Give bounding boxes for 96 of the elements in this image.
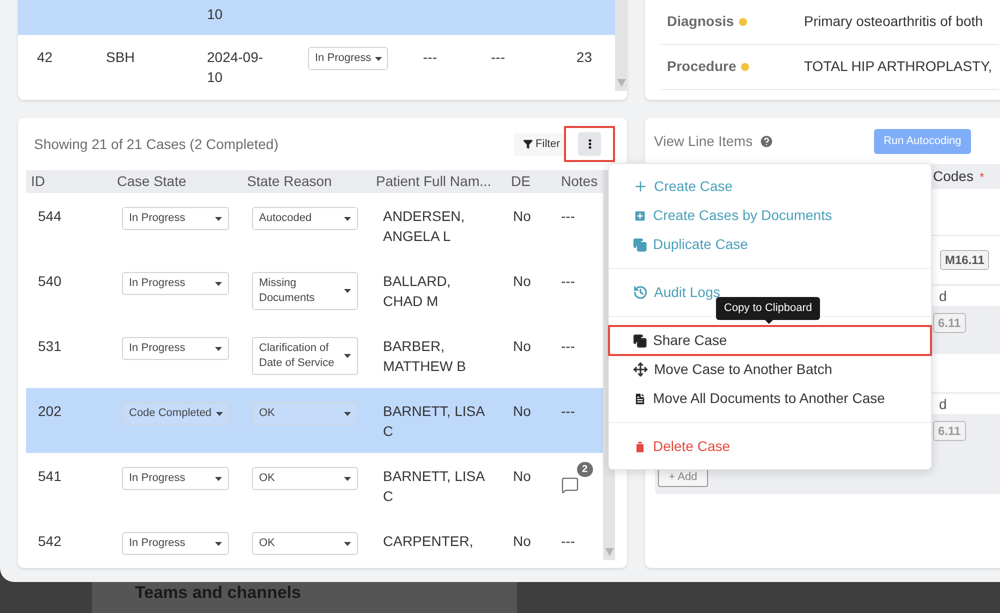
dropdown[interactable]: In Progress (122, 272, 229, 295)
table-cell: 540 (38, 273, 62, 289)
table-cell: No (513, 468, 531, 484)
caret-icon (215, 282, 222, 286)
comment-icon[interactable] (561, 476, 579, 494)
filter-button[interactable]: Filter (514, 132, 566, 156)
caret-icon (215, 542, 222, 546)
caret-icon (215, 476, 222, 480)
copy-icon (633, 334, 647, 348)
table-cell: --- (561, 338, 575, 354)
code-badge: 6.11 (933, 313, 966, 333)
dropdown[interactable]: OK (252, 402, 358, 425)
dropdown[interactable]: Code Completed (122, 402, 229, 425)
table-cell: 544 (38, 208, 62, 224)
filter-icon (522, 139, 533, 149)
dropdown[interactable]: Autocoded (252, 207, 358, 230)
menu-item[interactable]: Move All Documents to Another Case (609, 384, 931, 413)
caret-icon (344, 216, 351, 220)
menu-item[interactable]: Move Case to Another Batch (609, 355, 931, 384)
document-icon (633, 392, 647, 406)
dropdown[interactable]: Missing Documents (252, 272, 358, 310)
dropdown[interactable]: In Progress (122, 467, 229, 490)
table-cell: --- (423, 49, 437, 65)
caret-icon (216, 412, 223, 416)
dropdown[interactable]: Clarification of Date of Service (252, 337, 358, 375)
column-header[interactable]: ID (31, 173, 45, 189)
table-cell-text: CARPENTER, (383, 532, 474, 551)
history-icon (633, 285, 648, 300)
table-row[interactable]: 202 Code Completed OK BARNETT, LISA C No --- (26, 388, 603, 453)
table-cell: 531 (38, 338, 62, 354)
table-cell: --- (561, 533, 575, 549)
cases-summary: Showing 21 of 21 Cases (2 Completed) (33, 134, 278, 154)
dropdown[interactable]: OK (252, 467, 358, 490)
menu-item[interactable]: Delete Case (609, 432, 931, 461)
dropdown[interactable]: In Progress (122, 532, 229, 555)
field-value: d (939, 394, 947, 414)
caret-icon (344, 289, 351, 293)
caret-icon (375, 56, 382, 60)
table-cell-text: BALLARD, CHAD M (383, 272, 452, 311)
table-cell-text: BARNETT, LISA C (383, 467, 486, 506)
table-cell: SBH (106, 49, 135, 65)
table-cell: No (513, 338, 531, 354)
move-arrows-icon (633, 362, 648, 377)
table-cell: --- (561, 273, 575, 289)
field-label: Diagnosis (667, 12, 734, 31)
table-cell: No (513, 403, 531, 419)
table-cell: --- (561, 403, 575, 419)
field-value: Primary osteoarthritis of both (804, 12, 983, 31)
table-cell: No (513, 273, 531, 289)
field-value: TOTAL HIP ARTHROPLASTY, (804, 57, 992, 76)
plus-icon (633, 179, 648, 194)
table-row[interactable]: 10 (18, 0, 615, 35)
column-header[interactable]: Case State (117, 173, 186, 189)
table-cell: 23 (576, 49, 592, 65)
dropdown[interactable]: In Progress (122, 207, 229, 230)
table-cell: 42 (37, 49, 53, 65)
table-cell-text: 2024-09-10 (207, 48, 264, 87)
caret-icon (344, 354, 351, 358)
table-cell: 202 (38, 403, 62, 419)
square-plus-icon (633, 208, 647, 222)
table-cell: 542 (38, 533, 62, 549)
column-header[interactable]: Notes (561, 173, 598, 189)
copy-icon (633, 238, 647, 252)
menu-item[interactable]: Share Case (609, 326, 931, 355)
field-value: d (939, 286, 947, 306)
table-cell-text: BARNETT, LISA C (383, 402, 486, 441)
table-cell: No (513, 533, 531, 549)
code-badge: M16.11 (940, 250, 990, 270)
scrollbar[interactable] (615, 0, 627, 91)
column-header[interactable]: Patient Full Nam... (376, 173, 492, 189)
column-header: Codes (933, 167, 974, 186)
table-cell-text: BARBER, MATTHEW B (383, 337, 467, 376)
section-title: View Line Items (654, 132, 753, 150)
required-mark: * (979, 168, 984, 186)
help-icon[interactable] (758, 134, 774, 148)
table-cell-text: 10 (207, 5, 224, 24)
caret-icon (344, 412, 351, 416)
comment-count-badge: 2 (577, 462, 593, 477)
caret-icon (344, 542, 351, 546)
caret-icon (215, 216, 222, 220)
table-cell: --- (561, 208, 575, 224)
caret-icon (344, 476, 351, 480)
table-cell: No (513, 208, 531, 224)
table-cell: 541 (38, 468, 62, 484)
code-badge: 6.11 (933, 421, 966, 441)
dropdown[interactable]: OK (252, 532, 358, 555)
table-cell: --- (491, 49, 505, 65)
heading: Teams and channels (135, 582, 301, 604)
column-header[interactable]: State Reason (247, 173, 332, 189)
caret-icon (215, 346, 222, 350)
field-label: Procedure (667, 57, 736, 76)
more-button[interactable] (578, 132, 601, 156)
dropdown[interactable]: In Progress (308, 47, 388, 70)
table-cell-text: ANDERSEN, ANGELA L (383, 207, 466, 246)
column-header[interactable]: DE (511, 173, 530, 189)
dropdown[interactable]: In Progress (122, 337, 229, 360)
